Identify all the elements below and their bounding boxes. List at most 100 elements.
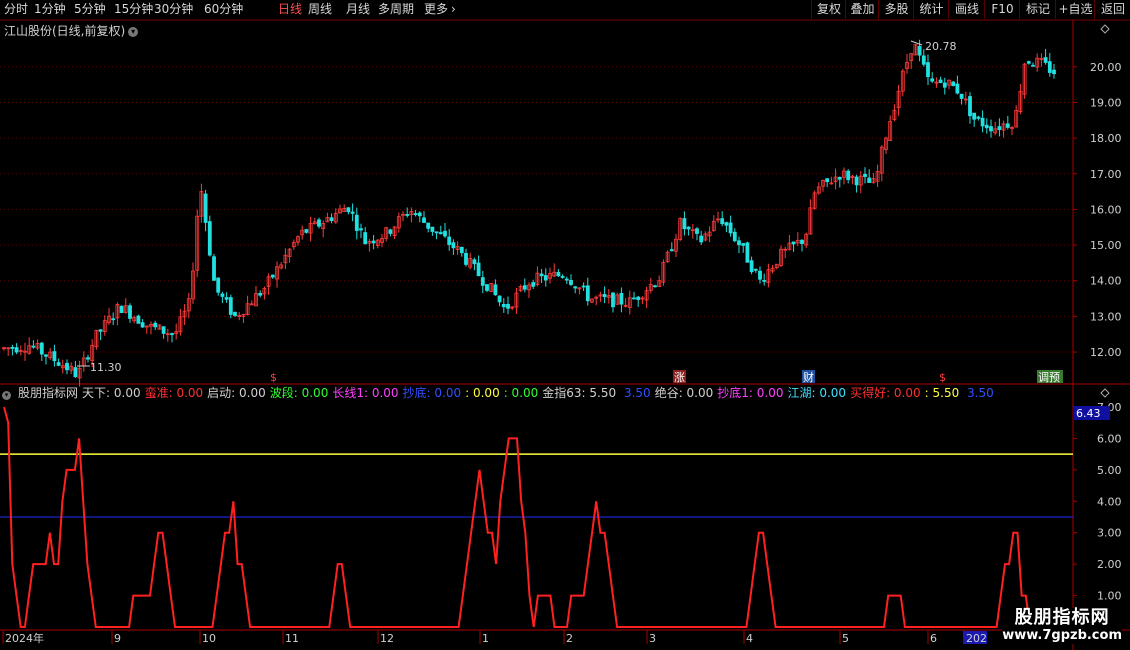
candle-body xyxy=(569,280,573,285)
candle-body xyxy=(224,297,229,300)
price-tick-label: 17.00 xyxy=(1090,168,1122,181)
candle-body xyxy=(758,270,762,280)
candle-body xyxy=(585,285,590,302)
candle-body xyxy=(837,176,842,180)
candle-body xyxy=(388,229,393,234)
indicator-item-1: 蛮准: 0.00 xyxy=(144,386,204,400)
candle-body xyxy=(728,222,733,234)
candle-body xyxy=(1047,61,1052,73)
candle-body xyxy=(556,271,561,277)
candle-body xyxy=(464,252,468,265)
candle-body xyxy=(10,346,15,349)
price-tick-label: 18.00 xyxy=(1090,132,1122,145)
candle-body xyxy=(951,81,956,87)
watermark-url: www.7gpzb.com xyxy=(1002,628,1122,644)
candle-body xyxy=(128,305,132,319)
candle-body xyxy=(543,275,548,281)
candle-body xyxy=(485,284,489,291)
candle-body xyxy=(438,232,443,235)
event-marker-1: 涨 xyxy=(674,371,685,384)
candle-body xyxy=(119,305,124,314)
time-label-6: 2 xyxy=(566,632,573,645)
candle-body xyxy=(989,126,993,132)
candle-body xyxy=(745,242,750,263)
candle-body xyxy=(695,228,699,234)
candle-body xyxy=(863,173,867,177)
time-label-1: 9 xyxy=(114,632,121,645)
time-label-4: 12 xyxy=(380,632,394,645)
candle-body xyxy=(329,217,334,221)
candle-body xyxy=(493,284,498,296)
indicator-tick-label: 4.00 xyxy=(1097,495,1122,508)
candle-body xyxy=(724,222,729,226)
indicator-item-12: 江湖: 0.00 xyxy=(787,386,847,400)
candle-body xyxy=(220,293,225,297)
candle-body xyxy=(938,79,943,83)
indicator-tick-label: 3.00 xyxy=(1097,527,1122,540)
candle-body xyxy=(942,82,947,88)
candle-body xyxy=(56,362,61,366)
indicator-toggle[interactable]: ▾ xyxy=(2,386,14,400)
price-tick-label: 12.00 xyxy=(1090,346,1122,359)
candle-body xyxy=(531,282,536,287)
time-label-11: 202 xyxy=(966,632,987,645)
candle-body xyxy=(867,177,872,183)
candle-body xyxy=(476,262,481,277)
indicator-item-11: 抄底1: 0.00 xyxy=(717,386,784,400)
diamond-icon xyxy=(1100,388,1110,398)
candle-body xyxy=(170,333,174,335)
chart-canvas: 20.0019.0018.0017.0016.0015.0014.0013.00… xyxy=(0,19,1130,650)
candle-body xyxy=(212,256,216,281)
candle-body xyxy=(216,277,221,293)
event-marker-2: 财 xyxy=(803,370,814,384)
low-price-label: 11.30 xyxy=(90,361,122,374)
indicator-item-0: 天下: 0.00 xyxy=(82,386,141,400)
candle-body xyxy=(564,278,569,281)
candle-body xyxy=(434,231,439,234)
candle-body xyxy=(443,230,447,237)
candle-body xyxy=(1043,57,1048,63)
candle-body xyxy=(984,124,989,129)
candle-body xyxy=(44,354,48,357)
time-label-9: 5 xyxy=(842,632,849,645)
candle-body xyxy=(997,126,1002,131)
indicator-item-15: 3.50 xyxy=(963,386,994,400)
candle-body xyxy=(1005,123,1010,128)
time-label-3: 11 xyxy=(285,632,299,645)
candle-body xyxy=(930,78,935,82)
candle-body xyxy=(304,229,309,233)
candle-body xyxy=(31,345,36,348)
event-marker-3: $ xyxy=(939,371,946,384)
event-marker-4: 调预 xyxy=(1038,371,1060,384)
indicator-item-9: 3.50 xyxy=(620,386,651,400)
candle-body xyxy=(350,211,355,214)
candle-body xyxy=(203,193,208,223)
candle-body xyxy=(422,217,426,223)
candle-body xyxy=(968,96,972,117)
candle-body xyxy=(98,329,103,332)
candle-body xyxy=(459,246,464,254)
candle-body xyxy=(270,274,275,278)
candle-body xyxy=(682,218,687,230)
candle-body xyxy=(921,55,926,65)
candle-body xyxy=(699,235,704,243)
price-tick-label: 14.00 xyxy=(1090,275,1122,288)
candle-body xyxy=(753,268,758,271)
indicator-item-13: 买得好: 0.00 xyxy=(850,386,921,400)
indicator-tick-label: 6.00 xyxy=(1097,432,1122,445)
candle-body xyxy=(560,276,565,278)
watermark-title: 股朋指标网 xyxy=(1014,607,1110,629)
candle-body xyxy=(447,236,452,246)
indicator-item-8: 金指63: 5.50 xyxy=(542,386,617,400)
candle-body xyxy=(153,322,158,328)
price-tick-label: 13.00 xyxy=(1090,310,1122,323)
candle-body xyxy=(800,239,804,244)
candle-body xyxy=(762,280,767,282)
candle-body xyxy=(653,285,657,288)
candle-body xyxy=(405,214,410,216)
time-label-5: 1 xyxy=(482,632,489,645)
candle-body xyxy=(669,249,674,252)
indicator-tick-label: 1.00 xyxy=(1097,590,1122,603)
time-label-0: 2024年 xyxy=(5,631,44,645)
time-label-10: 6 xyxy=(930,632,937,645)
